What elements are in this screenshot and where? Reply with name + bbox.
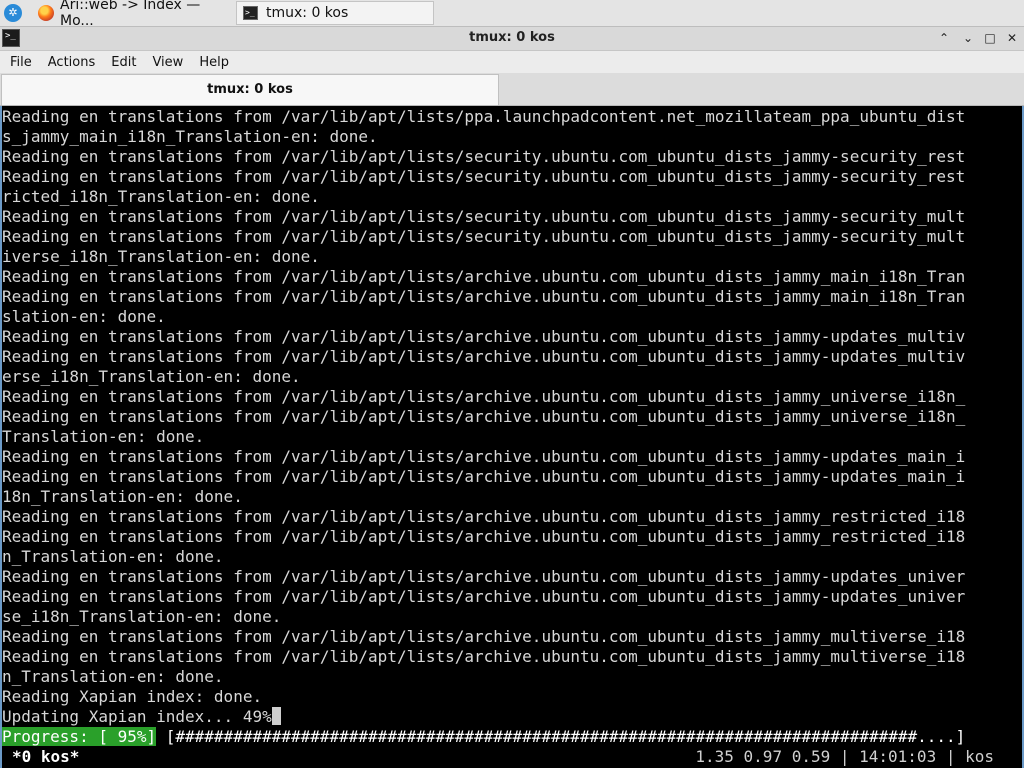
terminal-line: Reading en translations from /var/lib/ap… (2, 207, 966, 226)
progress-line: Progress: [ 95%] [######################… (2, 727, 1012, 747)
menu-edit[interactable]: Edit (105, 55, 142, 70)
restore-button[interactable]: ⌄ (959, 29, 977, 47)
terminal-line: iverse_i18n_Translation-en: done. (2, 247, 320, 266)
task-label: Ari::web -> Index — Mo... (60, 0, 201, 29)
terminal-line: Reading en translations from /var/lib/ap… (2, 167, 966, 186)
taskbar-task-terminal[interactable]: >_ tmux: 0 kos (236, 1, 434, 25)
terminal-line: Reading en translations from /var/lib/ap… (2, 587, 966, 606)
terminal-line: n_Translation-en: done. (2, 667, 224, 686)
minimize-button[interactable]: ⌃ (935, 29, 953, 47)
menu-view[interactable]: View (146, 55, 189, 70)
terminal-line: slation-en: done. (2, 307, 166, 326)
terminal-line: s_jammy_main_i18n_Translation-en: done. (2, 127, 378, 146)
firefox-icon (38, 5, 54, 21)
chevron-up-icon: ⌃ (938, 31, 950, 45)
maximize-icon: □ (984, 31, 996, 45)
terminal-line: Reading en translations from /var/lib/ap… (2, 107, 966, 126)
terminal-line: Reading en translations from /var/lib/ap… (2, 527, 966, 546)
tab-bar: tmux: 0 kos (0, 73, 1024, 106)
menu-help[interactable]: Help (193, 55, 235, 70)
terminal-cursor (271, 707, 281, 725)
window-titlebar[interactable]: >_ tmux: 0 kos ⌃ ⌄ □ ✕ (0, 27, 1024, 51)
terminal-line: Reading en translations from /var/lib/ap… (2, 147, 966, 166)
terminal-line: Translation-en: done. (2, 427, 205, 446)
terminal-line: Reading en translations from /var/lib/ap… (2, 627, 966, 646)
progress-bar: [#######################################… (156, 727, 975, 746)
terminal-line: 18n_Translation-en: done. (2, 487, 243, 506)
terminal-line: Reading en translations from /var/lib/ap… (2, 327, 966, 346)
tab-tmux[interactable]: tmux: 0 kos (1, 74, 499, 105)
close-button[interactable]: ✕ (1003, 29, 1021, 47)
terminal-line: Reading en translations from /var/lib/ap… (2, 287, 966, 306)
progress-label: Progress: [ 95%] (2, 727, 157, 746)
terminal-line: Reading Xapian index: done. (2, 687, 263, 706)
taskbar: ✲ Ari::web -> Index — Mo... >_ tmux: 0 k… (0, 0, 1024, 29)
taskbar-task-firefox[interactable]: Ari::web -> Index — Mo... (34, 0, 234, 29)
close-icon: ✕ (1006, 31, 1018, 45)
terminal-line: Reading en translations from /var/lib/ap… (2, 267, 966, 286)
terminal-line: n_Translation-en: done. (2, 547, 224, 566)
terminal-line: se_i18n_Translation-en: done. (2, 607, 282, 626)
menu-file[interactable]: File (4, 55, 38, 70)
tmux-status-right: 1.35 0.97 0.59 | 14:01:03 | kos (695, 747, 994, 766)
menu-bar: File Actions Edit View Help (0, 51, 1024, 73)
terminal-line: Reading en translations from /var/lib/ap… (2, 347, 966, 366)
terminal-line: ricted_i18n_Translation-en: done. (2, 187, 320, 206)
terminal-line: erse_i18n_Translation-en: done. (2, 367, 301, 386)
terminal-area[interactable]: Reading en translations from /var/lib/ap… (0, 106, 1024, 768)
menu-actions[interactable]: Actions (42, 55, 102, 70)
kde-start-icon[interactable]: ✲ (4, 4, 22, 22)
current-line-text: Updating Xapian index... 49% (2, 707, 272, 726)
task-label: tmux: 0 kos (266, 5, 349, 21)
tmux-status-bar: *0 kos* 1.35 0.97 0.59 | 14:01:03 | kos (2, 747, 1024, 767)
terminal-output: Reading en translations from /var/lib/ap… (2, 107, 1012, 747)
terminal-current-line: Updating Xapian index... 49% (2, 707, 1012, 727)
terminal-line: Reading en translations from /var/lib/ap… (2, 227, 966, 246)
chevron-down-icon: ⌄ (962, 31, 974, 45)
terminal-line: Reading en translations from /var/lib/ap… (2, 407, 966, 426)
maximize-button[interactable]: □ (981, 29, 999, 47)
terminal-line: Reading en translations from /var/lib/ap… (2, 567, 966, 586)
terminal-line: Reading en translations from /var/lib/ap… (2, 507, 966, 526)
tmux-window-list[interactable]: *0 kos* (12, 747, 79, 767)
terminal-line: Reading en translations from /var/lib/ap… (2, 647, 966, 666)
terminal-line: Reading en translations from /var/lib/ap… (2, 447, 966, 466)
terminal-line: Reading en translations from /var/lib/ap… (2, 387, 966, 406)
window-title: tmux: 0 kos (469, 30, 555, 45)
terminal-line: Reading en translations from /var/lib/ap… (2, 467, 966, 486)
terminal-icon: >_ (243, 6, 258, 20)
